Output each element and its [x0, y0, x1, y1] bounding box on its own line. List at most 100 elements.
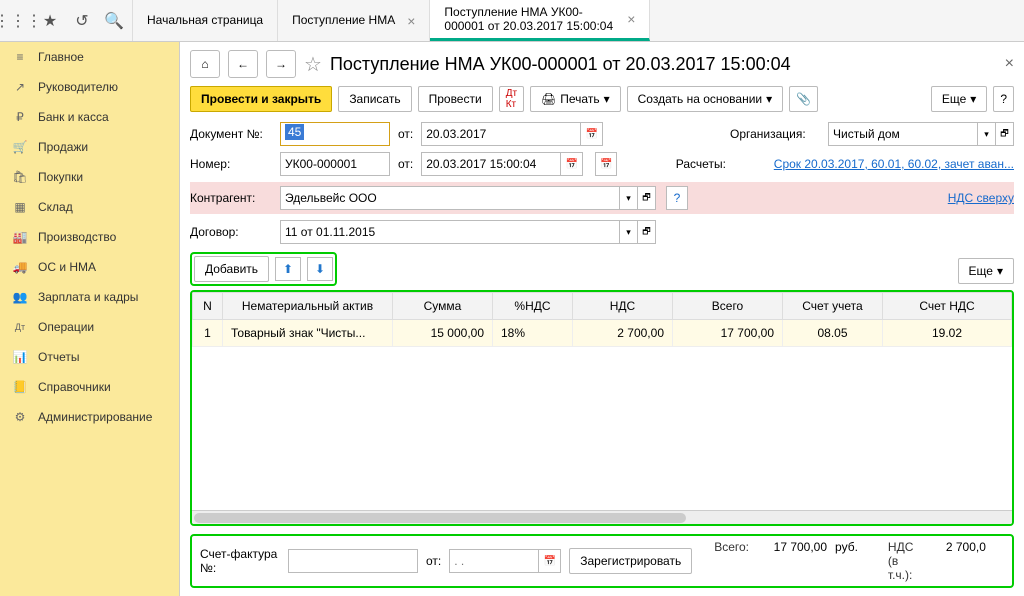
sidebar-item-os-nma[interactable]: 🚚ОС и НМА — [0, 252, 179, 282]
doc-no-input[interactable]: 45 — [280, 122, 390, 146]
currency: руб. — [835, 540, 858, 554]
forward-button[interactable]: → — [266, 50, 296, 78]
grid-icon: ▦ — [12, 200, 28, 214]
help-button[interactable]: ? — [993, 86, 1014, 112]
col-asset: Нематериальный актив — [223, 293, 393, 320]
sidebar-item-reports[interactable]: 📊Отчеты — [0, 342, 179, 372]
sidebar-item-admin[interactable]: ⚙Администрирование — [0, 402, 179, 432]
book-icon: 📒 — [12, 380, 28, 394]
calendar-icon[interactable]: 📅 — [539, 549, 561, 573]
invoice-date-input[interactable] — [449, 549, 539, 573]
favorite-icon[interactable]: ☆ — [304, 52, 322, 77]
sidebar-item-main[interactable]: ≡Главное — [0, 42, 179, 72]
debit-icon: Дт — [12, 322, 28, 332]
bag-icon: 🛍 — [12, 170, 28, 184]
sidebar-item-operations[interactable]: ДтОперации — [0, 312, 179, 342]
attachments-button[interactable]: 📎 — [789, 86, 818, 112]
sidebar-item-references[interactable]: 📒Справочники — [0, 372, 179, 402]
move-up-button[interactable]: ⬆ — [275, 257, 301, 281]
col-n: N — [193, 293, 223, 320]
save-button[interactable]: Записать — [338, 86, 411, 112]
ruble-icon: ₽ — [12, 110, 28, 124]
open-icon[interactable]: 🗗 — [638, 220, 656, 244]
gear-icon: ⚙ — [12, 410, 28, 424]
print-button[interactable]: 🖨Печать▾ — [530, 86, 621, 112]
page-title: Поступление НМА УК00-000001 от 20.03.201… — [330, 54, 997, 75]
h-scrollbar[interactable] — [192, 510, 1012, 524]
dropdown-icon[interactable]: ▾ — [620, 186, 638, 210]
post-close-button[interactable]: Провести и закрыть — [190, 86, 332, 112]
table-row[interactable]: 1 Товарный знак "Чисты... 15 000,00 18% … — [193, 320, 1012, 347]
contract-label: Договор: — [190, 225, 272, 239]
search-icon[interactable]: 🔍 — [104, 11, 124, 31]
movements-button[interactable]: ДтКт — [499, 86, 524, 112]
col-vat: НДС — [573, 293, 673, 320]
help-button[interactable]: ? — [666, 186, 688, 210]
col-vat-account: Счет НДС — [883, 293, 1012, 320]
tab-home[interactable]: Начальная страница — [133, 0, 278, 41]
counterparty-input[interactable] — [280, 186, 620, 210]
vat-value: 2 700,0 — [926, 540, 986, 554]
dropdown-icon[interactable]: ▾ — [978, 122, 996, 146]
add-button[interactable]: Добавить — [194, 256, 269, 282]
vat-link[interactable]: НДС сверху — [948, 191, 1014, 205]
invoice-no-input[interactable] — [288, 549, 418, 573]
sidebar-item-purchases[interactable]: 🛍Покупки — [0, 162, 179, 192]
calendar-icon[interactable]: 📅 — [561, 152, 583, 176]
settlements-link[interactable]: Срок 20.03.2017, 60.01, 60.02, зачет ава… — [774, 157, 1014, 171]
chevron-down-icon: ▾ — [997, 264, 1003, 278]
apps-icon[interactable]: ⋮⋮⋮ — [8, 11, 28, 31]
col-total: Всего — [673, 293, 783, 320]
calendar-icon[interactable]: 📅 — [595, 152, 617, 176]
dropdown-icon[interactable]: ▾ — [620, 220, 638, 244]
doc-no-label: Документ №: — [190, 127, 272, 141]
datetime-input[interactable] — [421, 152, 561, 176]
doc-date-input[interactable] — [421, 122, 581, 146]
sidebar-item-salary[interactable]: 👥Зарплата и кадры — [0, 282, 179, 312]
more-button[interactable]: Еще▾ — [931, 86, 987, 112]
create-based-button[interactable]: Создать на основании▾ — [627, 86, 784, 112]
sidebar-item-warehouse[interactable]: ▦Склад — [0, 192, 179, 222]
cart-icon: 🛒 — [12, 140, 28, 154]
printer-icon: 🖨 — [541, 92, 556, 106]
back-button[interactable]: ← — [228, 50, 258, 78]
dtdk-icon: ДтКт — [506, 88, 517, 110]
ot-label: от: — [398, 127, 413, 141]
org-label: Организация: — [730, 127, 820, 141]
menu-icon: ≡ — [12, 50, 28, 64]
sidebar-item-bank[interactable]: ₽Банк и касса — [0, 102, 179, 132]
table-more-button[interactable]: Еще▾ — [958, 258, 1014, 284]
number-label: Номер: — [190, 157, 272, 171]
col-account: Счет учета — [783, 293, 883, 320]
history-icon[interactable]: ↺ — [72, 11, 92, 31]
chevron-down-icon: ▾ — [970, 92, 976, 106]
bars-icon: 📊 — [12, 350, 28, 364]
tab-nma-list[interactable]: Поступление НМА × — [278, 0, 430, 41]
number-input[interactable] — [280, 152, 390, 176]
sidebar-item-manager[interactable]: ↗Руководителю — [0, 72, 179, 102]
sidebar-item-sales[interactable]: 🛒Продажи — [0, 132, 179, 162]
tab-nma-doc[interactable]: Поступление НМА УК00-000001 от 20.03.201… — [430, 0, 650, 41]
register-button[interactable]: Зарегистрировать — [569, 548, 692, 574]
contract-input[interactable] — [280, 220, 620, 244]
table-empty-area — [192, 347, 1012, 510]
sidebar-item-production[interactable]: 🏭Производство — [0, 222, 179, 252]
factory-icon: 🏭 — [12, 230, 28, 244]
home-button[interactable]: ⌂ — [190, 50, 220, 78]
post-button[interactable]: Провести — [418, 86, 493, 112]
close-button[interactable]: × — [1005, 55, 1014, 73]
open-icon[interactable]: 🗗 — [638, 186, 656, 210]
org-input[interactable] — [828, 122, 978, 146]
tab-label: Поступление НМА — [292, 13, 395, 27]
close-icon[interactable]: × — [627, 11, 635, 27]
col-vat-pct: %НДС — [493, 293, 573, 320]
open-icon[interactable]: 🗗 — [996, 122, 1014, 146]
items-table: N Нематериальный актив Сумма %НДС НДС Вс… — [192, 292, 1012, 347]
star-icon[interactable]: ★ — [40, 11, 60, 31]
move-down-button[interactable]: ⬇ — [307, 257, 333, 281]
paperclip-icon: 📎 — [796, 92, 811, 106]
settlements-label: Расчеты: — [676, 157, 766, 171]
close-icon[interactable]: × — [407, 13, 415, 29]
calendar-icon[interactable]: 📅 — [581, 122, 603, 146]
chevron-down-icon: ▾ — [766, 92, 772, 106]
